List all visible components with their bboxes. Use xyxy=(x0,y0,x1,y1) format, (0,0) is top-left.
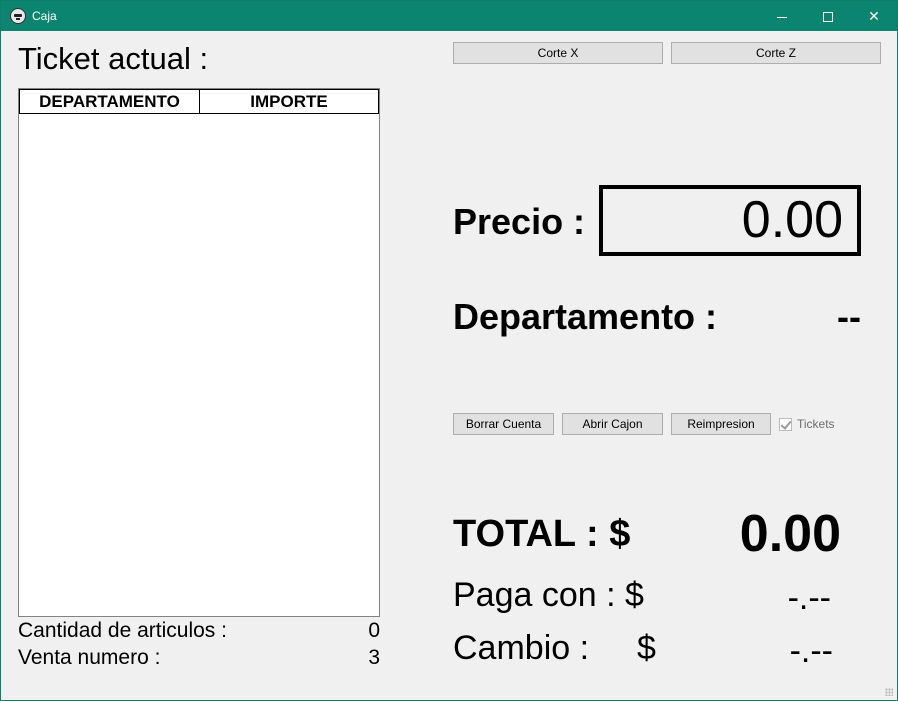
cantidad-articulos-label: Cantidad de articulos : xyxy=(18,619,227,642)
borrar-cuenta-button[interactable]: Borrar Cuenta xyxy=(453,413,554,435)
title-bar[interactable]: Caja ✕ xyxy=(1,1,897,31)
total-value: 0.00 xyxy=(739,505,841,563)
paga-con-label: Paga con : $ xyxy=(453,576,644,614)
abrir-cajon-button[interactable]: Abrir Cajon xyxy=(562,413,663,435)
cambio-value: -.-- xyxy=(789,632,833,670)
minimize-icon xyxy=(777,16,787,18)
departamento-value: -- xyxy=(837,296,861,337)
cambio-label: Cambio : xyxy=(453,629,590,667)
tickets-checkbox[interactable]: Tickets xyxy=(779,417,835,431)
venta-numero-label: Venta numero : xyxy=(18,646,161,669)
reimpresion-button[interactable]: Reimpresion xyxy=(671,413,771,435)
app-icon xyxy=(10,8,26,24)
column-header-departamento[interactable]: DEPARTAMENTO xyxy=(19,89,200,113)
resize-grip-icon[interactable] xyxy=(885,688,893,696)
checkmark-icon[interactable] xyxy=(779,417,792,431)
departamento-label: Departamento : xyxy=(453,296,718,337)
close-icon: ✕ xyxy=(868,8,880,24)
maximize-icon xyxy=(823,12,833,23)
cambio-currency: $ xyxy=(637,629,656,667)
precio-label: Precio : xyxy=(453,201,586,242)
window-title: Caja xyxy=(32,9,57,23)
column-header-importe[interactable]: IMPORTE xyxy=(200,89,379,113)
venta-numero-row: Venta numero : 3 xyxy=(18,646,380,670)
close-button[interactable]: ✕ xyxy=(851,1,897,31)
total-label: TOTAL : $ xyxy=(453,513,631,555)
corte-x-button[interactable]: Corte X xyxy=(453,42,663,64)
cantidad-articulos-value: 0 xyxy=(368,619,380,642)
precio-input[interactable]: 0.00 xyxy=(599,185,861,256)
ticket-table[interactable]: DEPARTAMENTO IMPORTE xyxy=(18,88,380,617)
ticket-table-header: DEPARTAMENTO IMPORTE xyxy=(19,89,379,114)
caja-window: Caja ✕ Ticket actual : DEPARTAMENTO IMPO… xyxy=(0,0,898,701)
minimize-button[interactable] xyxy=(759,1,805,31)
ticket-title: Ticket actual : xyxy=(18,41,209,76)
tickets-checkbox-label: Tickets xyxy=(797,417,835,431)
maximize-button[interactable] xyxy=(805,1,851,31)
corte-z-button[interactable]: Corte Z xyxy=(671,42,881,64)
paga-con-value: -.-- xyxy=(787,579,831,617)
venta-numero-value: 3 xyxy=(368,646,380,669)
cantidad-articulos-row: Cantidad de articulos : 0 xyxy=(18,619,380,643)
